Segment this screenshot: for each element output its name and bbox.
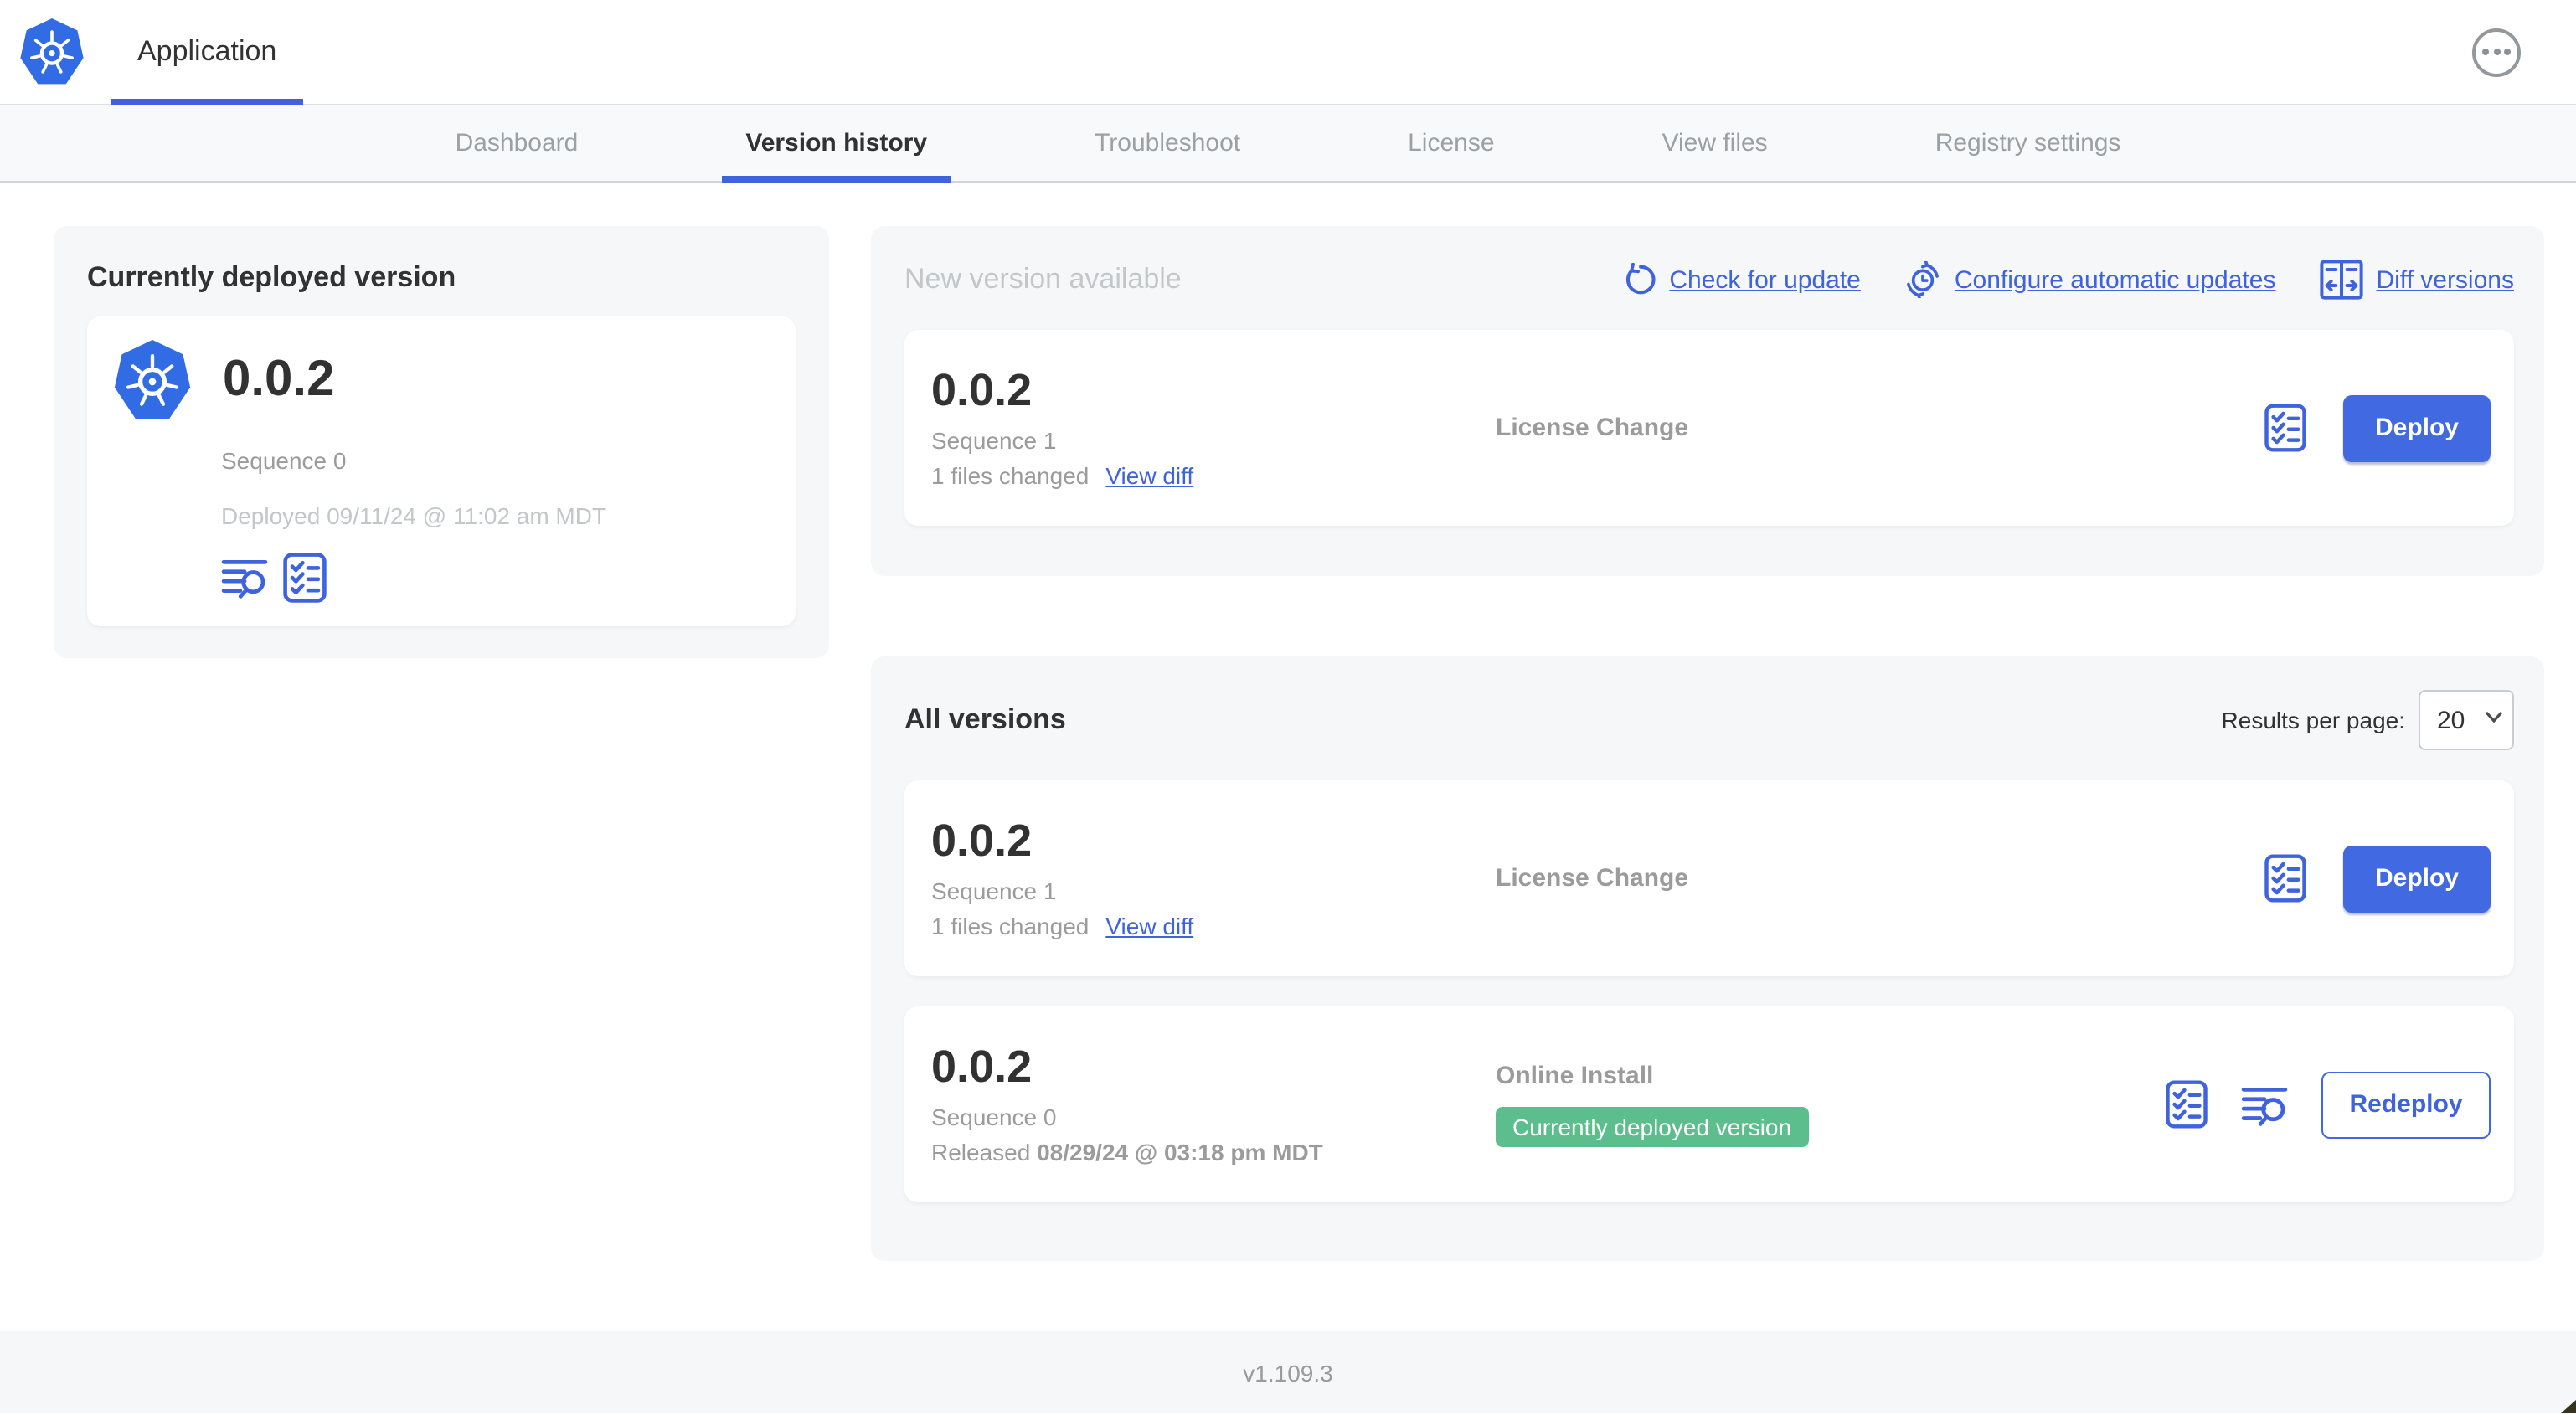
version-source: Online Install xyxy=(1496,1062,1654,1090)
app-header: Application xyxy=(0,0,2576,105)
cursor-artifact xyxy=(2561,1400,2576,1413)
tab-troubleshoot[interactable]: Troubleshoot xyxy=(1071,105,1264,181)
checklist-icon[interactable] xyxy=(2264,854,2306,903)
main-content: Currently deployed version 0.0.2 Sequenc… xyxy=(0,183,2576,1331)
checklist-icon[interactable] xyxy=(2264,404,2306,452)
tab-dashboard[interactable]: Dashboard xyxy=(432,105,602,181)
ellipsis-icon[interactable] xyxy=(2472,28,2521,76)
all-versions-title: All versions xyxy=(904,703,1066,735)
new-version-panel: New version available Check for update C… xyxy=(871,226,2544,576)
version-row: 0.0.2 Sequence 1 1 files changed View di… xyxy=(904,780,2514,976)
logs-icon[interactable] xyxy=(2241,1083,2288,1126)
schedule-icon xyxy=(1904,261,1941,298)
version-source: License Change xyxy=(1496,864,1689,893)
new-version-card: 0.0.2 Sequence 1 1 files changed View di… xyxy=(904,330,2514,526)
currently-deployed-panel: Currently deployed version 0.0.2 Sequenc… xyxy=(54,226,829,658)
results-per-page-select[interactable]: 20 xyxy=(2419,690,2514,750)
app-manager-version: v1.109.3 xyxy=(1243,1359,1333,1386)
diff-versions-link[interactable]: Diff versions xyxy=(2319,260,2514,300)
files-changed-label: 1 files changed xyxy=(931,461,1090,489)
deployed-sequence: Sequence 0 xyxy=(221,447,347,474)
deploy-button[interactable]: Deploy xyxy=(2343,394,2491,461)
deployed-timestamp: Deployed 09/11/24 @ 11:02 am MDT xyxy=(221,502,607,529)
schedule-icon-link[interactable]: Configure automatic updates xyxy=(1904,261,2275,298)
tab-registry-settings[interactable]: Registry settings xyxy=(1912,105,2145,181)
kubernetes-logo xyxy=(112,337,193,424)
version-sequence: Sequence 1 xyxy=(931,426,1057,454)
version-row: 0.0.2 Sequence 0 Released 08/29/24 @ 03:… xyxy=(904,1006,2514,1202)
kubernetes-logo xyxy=(18,17,85,87)
checklist-icon[interactable] xyxy=(2166,1080,2208,1129)
app-footer: v1.109.3 xyxy=(0,1331,2576,1413)
version-sequence: Sequence 1 xyxy=(931,877,1057,904)
tab-version-history[interactable]: Version history xyxy=(722,105,951,183)
logs-icon[interactable] xyxy=(221,556,268,599)
refresh-icon xyxy=(1622,263,1656,296)
app-tab-application[interactable]: Application xyxy=(111,0,304,105)
version-sequence: Sequence 0 xyxy=(931,1103,1057,1130)
currently-deployed-card: 0.0.2 Sequence 0 Deployed 09/11/24 @ 11:… xyxy=(87,316,796,626)
version-source: License Change xyxy=(1496,414,1689,442)
files-changed-label: 1 files changed xyxy=(931,912,1090,939)
diff-icon xyxy=(2319,260,2363,300)
deploy-button[interactable]: Deploy xyxy=(2343,845,2491,912)
view-diff-link[interactable]: View diff xyxy=(1105,912,1193,939)
currently-deployed-badge: Currently deployed version xyxy=(1496,1107,1809,1147)
version-number: 0.0.2 xyxy=(931,365,1033,416)
redeploy-button[interactable]: Redeploy xyxy=(2321,1071,2491,1138)
version-number: 0.0.2 xyxy=(931,1042,1033,1093)
results-per-page-label: Results per page: xyxy=(2221,707,2405,733)
tab-view-files[interactable]: View files xyxy=(1639,105,1791,181)
currently-deployed-title: Currently deployed version xyxy=(87,261,456,293)
version-number: 0.0.2 xyxy=(931,816,1033,867)
new-version-title: New version available xyxy=(904,263,1182,295)
version-released-timestamp: Released 08/29/24 @ 03:18 pm MDT xyxy=(931,1138,1323,1165)
deployed-version-number: 0.0.2 xyxy=(223,352,335,407)
tab-license[interactable]: License xyxy=(1384,105,1517,181)
view-diff-link[interactable]: View diff xyxy=(1105,461,1193,488)
app-nav: Dashboard Version history Troubleshoot L… xyxy=(0,105,2576,183)
all-versions-panel: All versions Results per page: 20 0.0.2 … xyxy=(871,656,2544,1261)
check-for-update-link[interactable]: Check for update xyxy=(1622,263,1861,296)
checklist-icon[interactable] xyxy=(283,553,327,603)
